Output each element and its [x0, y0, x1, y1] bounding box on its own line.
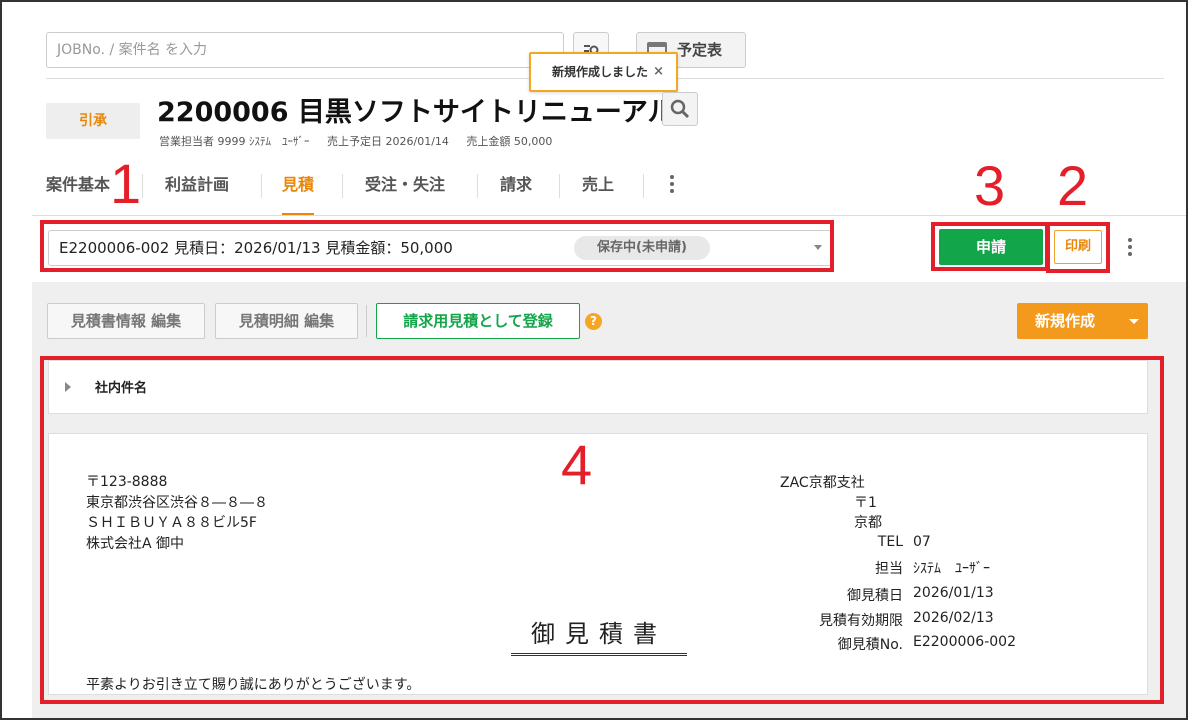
kebab-menu-icon[interactable] — [1127, 238, 1133, 259]
tab-billing[interactable]: 請求 — [500, 168, 532, 216]
new-estimate-label: 新規作成 — [1035, 312, 1096, 330]
schedule-button-label: 予定表 — [677, 41, 723, 59]
edit-estimate-info-button[interactable]: 見積書情報 編集 — [47, 303, 205, 339]
annotation-number-1: 1 — [110, 152, 142, 215]
annotation-box-2 — [1046, 222, 1110, 273]
meta-sales-rep: 営業担当者 9999 ｼｽﾃﾑ ﾕｰｻﾞｰ — [159, 135, 310, 148]
page-title: 2200006 目黒ソフトサイトリニューアル — [157, 97, 675, 128]
tab-divider — [559, 174, 560, 198]
tab-divider — [477, 174, 478, 198]
help-icon[interactable]: ? — [585, 313, 602, 330]
stage-badge: 引承 — [46, 103, 140, 139]
edit-estimate-detail-button[interactable]: 見積明細 編集 — [215, 303, 358, 339]
tab-order[interactable]: 受注・失注 — [365, 168, 445, 216]
tab-divider — [142, 174, 143, 198]
tab-project-basic[interactable]: 案件基本 — [46, 168, 110, 216]
caret-down-icon — [1129, 319, 1139, 324]
project-search-button[interactable] — [662, 92, 698, 126]
annotation-box-1 — [40, 220, 834, 272]
tab-more-icon[interactable] — [669, 175, 675, 196]
meta-sales-amount: 売上金額 50,000 — [466, 135, 553, 148]
tab-sales[interactable]: 売上 — [582, 168, 614, 216]
job-search-input[interactable]: JOBNo. / 案件名 を入力 — [46, 32, 564, 68]
annotation-box-3 — [931, 222, 1049, 271]
tab-divider — [261, 174, 262, 198]
toolbar-divider — [366, 305, 367, 337]
tab-divider — [643, 174, 644, 198]
tab-divider — [342, 174, 343, 198]
toast-close-button[interactable]: × — [653, 54, 664, 90]
annotation-box-4 — [40, 356, 1164, 704]
new-estimate-button[interactable]: 新規作成 — [1017, 303, 1148, 339]
app-window: JOBNo. / 案件名 を入力 予定表 新規作成しました × 引承 22000… — [0, 0, 1188, 720]
toast-message: 新規作成しました — [552, 65, 649, 79]
notification-toast: 新規作成しました × — [529, 52, 678, 92]
annotation-number-2: 2 — [1057, 154, 1089, 217]
tab-profit-plan[interactable]: 利益計画 — [165, 168, 229, 216]
meta-sales-date: 売上予定日 2026/01/14 — [327, 135, 449, 148]
magnifier-icon — [670, 99, 690, 119]
register-billing-estimate-button[interactable]: 請求用見積として登録 — [376, 303, 580, 339]
tab-estimate[interactable]: 見積 — [282, 168, 315, 216]
annotation-number-3: 3 — [974, 154, 1006, 217]
project-meta: 営業担当者 9999 ｼｽﾃﾑ ﾕｰｻﾞｰ 売上予定日 2026/01/14 売… — [159, 133, 566, 149]
tabs-divider — [32, 215, 1186, 216]
annotation-number-4: 4 — [561, 433, 593, 496]
